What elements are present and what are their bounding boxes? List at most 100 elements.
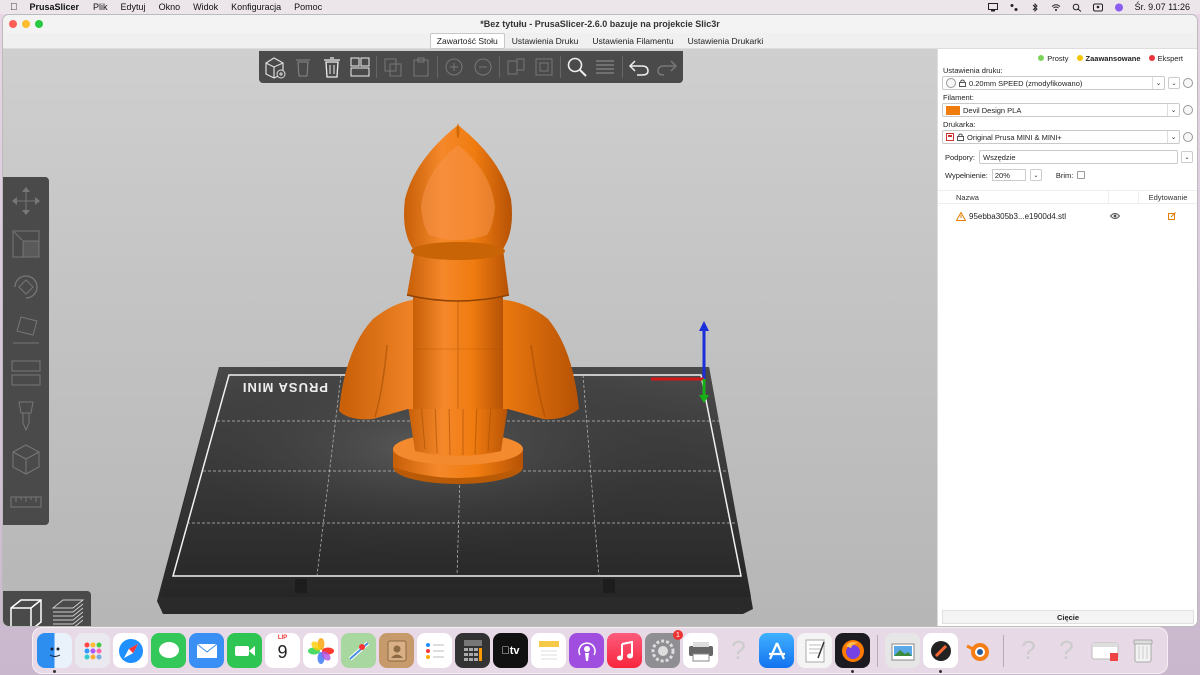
filament-settings-icon[interactable] (1183, 105, 1193, 115)
delete-all-button[interactable] (319, 54, 343, 80)
infill-input[interactable]: 20% (991, 169, 1026, 181)
place-on-face-button[interactable] (8, 312, 44, 348)
object-list-item[interactable]: 95ebba305b3...e1900d4.stl (938, 208, 1197, 224)
3d-view-button[interactable] (7, 596, 45, 626)
remove-instance-button[interactable] (471, 54, 495, 80)
dock-downloads-stack[interactable] (1087, 633, 1122, 668)
paste-button[interactable] (409, 54, 433, 80)
filament-select[interactable]: Devil Design PLA ⌄ (942, 103, 1180, 117)
split-objects-button[interactable] (504, 54, 528, 80)
seam-painting-button[interactable] (8, 441, 44, 477)
supports-dropdown-button[interactable]: ⌄ (1181, 151, 1193, 163)
add-instance-button[interactable] (442, 54, 466, 80)
dock-safari[interactable] (113, 633, 148, 668)
add-object-button[interactable] (263, 54, 287, 80)
scene-canvas[interactable]: PRUSA MINI (3, 49, 937, 626)
dock-music[interactable] (607, 633, 642, 668)
mode-advanced[interactable]: Zaawansowane (1076, 54, 1141, 63)
menu-konfiguracja[interactable]: Konfiguracja (231, 2, 281, 12)
close-window-button[interactable] (9, 20, 17, 28)
printer-settings-icon[interactable] (1183, 132, 1193, 142)
print-settings-select[interactable]: 0.20mm SPEED (zmodyfikowano) ⌄ (942, 76, 1165, 90)
slice-button[interactable]: Cięcie (942, 610, 1194, 624)
dock-unknown-app-3[interactable]: ? (1049, 633, 1084, 668)
split-parts-button[interactable] (532, 54, 556, 80)
tab-printer-settings[interactable]: Ustawienia Drukarki (681, 33, 771, 49)
filament-color-swatch[interactable] (946, 105, 960, 115)
tab-print-settings[interactable]: Ustawienia Druku (505, 33, 586, 49)
object-name[interactable]: 95ebba305b3...e1900d4.stl (969, 212, 1097, 221)
supports-select[interactable]: Wszędzie (979, 150, 1178, 164)
dock-preview[interactable] (885, 633, 920, 668)
layers-editing-button[interactable] (593, 54, 617, 80)
menubar-clock[interactable]: Śr. 9.07 11:26 (1135, 2, 1190, 12)
dock-blender[interactable] (961, 633, 996, 668)
copy-button[interactable] (381, 54, 405, 80)
display-icon[interactable] (987, 2, 998, 12)
search-button[interactable] (565, 54, 589, 80)
apple-menu-icon[interactable]:  (10, 2, 18, 13)
dock-reminders[interactable] (417, 633, 452, 668)
move-tool-button[interactable] (8, 183, 44, 219)
dock-facetime[interactable] (227, 633, 262, 668)
siri-icon[interactable] (1114, 3, 1124, 12)
menu-widok[interactable]: Widok (193, 2, 218, 12)
undo-button[interactable] (627, 54, 651, 80)
measure-tool-button[interactable] (8, 484, 44, 520)
column-editing[interactable]: Edytowanie (1138, 191, 1197, 203)
dock-notes[interactable] (531, 633, 566, 668)
delete-button[interactable] (291, 54, 315, 80)
dock-maps[interactable] (341, 633, 376, 668)
cut-tool-button[interactable] (8, 355, 44, 391)
settings-compare-icon[interactable] (1183, 78, 1193, 88)
tab-filament-settings[interactable]: Ustawienia Filamentu (585, 33, 680, 49)
dock-messages[interactable] (151, 633, 186, 668)
dock-prusaslicer[interactable] (923, 633, 958, 673)
tab-plater[interactable]: Zawartość Stołu (429, 32, 505, 49)
dock-apple-tv[interactable]: tv (493, 633, 528, 668)
infill-dropdown-button[interactable]: ⌄ (1029, 169, 1042, 181)
control-center-icon[interactable] (1009, 3, 1019, 12)
menu-pomoc[interactable]: Pomoc (294, 2, 322, 12)
dock-system-settings[interactable]: 1 (645, 630, 683, 668)
brim-checkbox[interactable] (1077, 171, 1086, 179)
mode-simple[interactable]: Prosty (1038, 54, 1069, 63)
menu-edytuj[interactable]: Edytuj (121, 2, 146, 12)
dock-calendar[interactable]: LIP 9 (265, 633, 300, 668)
menu-okno[interactable]: Okno (159, 2, 181, 12)
dock-unknown-app-1[interactable]: ? (721, 633, 756, 668)
search-icon[interactable] (1072, 3, 1082, 12)
dock-trash[interactable] (1125, 633, 1160, 668)
scale-tool-button[interactable] (8, 226, 44, 262)
dock-podcasts[interactable] (569, 633, 604, 668)
user-switch-icon[interactable] (1092, 3, 1103, 12)
printer-select[interactable]: Original Prusa MINI & MINI+ ⌄ (942, 130, 1180, 144)
menu-app-name[interactable]: PrusaSlicer (30, 2, 80, 12)
dock-photos[interactable] (303, 633, 338, 668)
minimize-window-button[interactable] (22, 20, 30, 28)
print-settings-edit-button[interactable]: ⌄ (1168, 77, 1180, 89)
dock-unknown-app-2[interactable]: ? (1011, 633, 1046, 668)
dock-textedit[interactable] (797, 633, 832, 668)
dock-contacts[interactable] (379, 633, 414, 668)
dock-app-store[interactable] (759, 633, 794, 668)
wifi-icon[interactable] (1051, 3, 1061, 12)
arrange-button[interactable] (348, 54, 372, 80)
bluetooth-icon[interactable] (1030, 2, 1040, 12)
edit-settings-icon[interactable] (1168, 212, 1176, 220)
mode-expert[interactable]: Ekspert (1148, 54, 1183, 63)
menu-plik[interactable]: Plik (93, 2, 108, 12)
dock-calculator[interactable] (455, 633, 490, 668)
column-name[interactable]: Nazwa (938, 193, 1108, 202)
dock-firefox[interactable] (835, 633, 870, 673)
3d-viewport[interactable]: PRUSA MINI (3, 49, 937, 626)
dock-printer[interactable] (683, 633, 718, 668)
redo-button[interactable] (655, 54, 679, 80)
paint-supports-button[interactable] (8, 398, 44, 434)
eye-icon[interactable] (1110, 212, 1120, 220)
zoom-window-button[interactable] (35, 20, 43, 28)
dock-finder[interactable] (37, 633, 72, 673)
preview-button[interactable] (49, 596, 87, 626)
dock-launchpad[interactable] (75, 633, 110, 668)
rotate-tool-button[interactable] (8, 269, 44, 305)
